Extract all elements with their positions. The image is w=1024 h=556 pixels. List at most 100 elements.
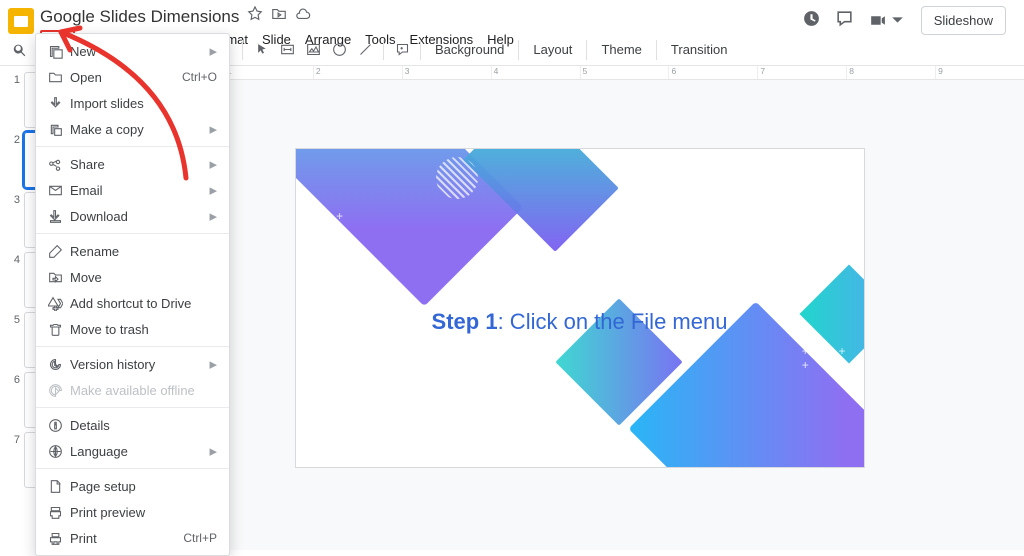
file-menu-open[interactable]: OpenCtrl+O — [36, 64, 229, 90]
menu-item-label: Language — [70, 444, 209, 459]
page-setup-icon — [48, 479, 70, 494]
textbox-tool[interactable] — [275, 38, 299, 62]
video-call-icon[interactable] — [868, 11, 907, 30]
cloud-status-icon[interactable] — [295, 6, 311, 27]
file-menu-download[interactable]: Download▸ — [36, 203, 229, 229]
new-icon — [48, 44, 70, 59]
ruler-tick: 8 — [846, 66, 935, 79]
file-menu-language[interactable]: Language▸ — [36, 438, 229, 464]
select-tool[interactable] — [249, 38, 273, 62]
menu-item-label: Make a copy — [70, 122, 209, 137]
menu-separator — [36, 468, 229, 469]
thumbnail-number: 2 — [10, 132, 20, 146]
comment-tool[interactable] — [390, 38, 414, 62]
folder-move-icon[interactable] — [271, 6, 287, 27]
history-icon[interactable] — [802, 9, 821, 33]
star-icon[interactable] — [247, 6, 263, 27]
menu-separator — [36, 233, 229, 234]
slides-logo[interactable] — [8, 8, 34, 34]
file-menu-dropdown: New▸OpenCtrl+OImport slidesMake a copy▸S… — [35, 33, 230, 556]
file-menu-rename[interactable]: Rename — [36, 238, 229, 264]
submenu-arrow-icon: ▸ — [209, 42, 217, 60]
move-icon — [48, 270, 70, 285]
menu-item-label: Print preview — [70, 505, 217, 520]
file-menu-new[interactable]: New▸ — [36, 38, 229, 64]
history-icon — [48, 357, 70, 372]
share-icon — [48, 157, 70, 172]
download-icon — [48, 209, 70, 224]
thumbnail-number: 1 — [10, 72, 20, 86]
header: Google Slides Dimensions FileEditViewIns… — [0, 0, 1024, 34]
ruler-tick: 2 — [313, 66, 402, 79]
print-preview-icon — [48, 505, 70, 520]
menu-item-label: Details — [70, 418, 217, 433]
menu-item-label: Add shortcut to Drive — [70, 296, 217, 311]
thumbnail-number: 6 — [10, 372, 20, 386]
menu-separator — [36, 346, 229, 347]
comments-icon[interactable] — [835, 9, 854, 33]
file-menu-print-preview[interactable]: Print preview — [36, 499, 229, 525]
file-menu-version-history[interactable]: Version history▸ — [36, 351, 229, 377]
menu-separator — [36, 407, 229, 408]
menu-separator — [36, 146, 229, 147]
file-menu-email[interactable]: Email▸ — [36, 177, 229, 203]
menu-item-label: New — [70, 44, 209, 59]
file-menu-make-available-offline: Make available offline — [36, 377, 229, 403]
menu-shortcut: Ctrl+P — [183, 531, 217, 545]
menu-item-label: Print — [70, 531, 183, 546]
copy-icon — [48, 122, 70, 137]
theme-button[interactable]: Theme — [593, 38, 649, 61]
file-menu-make-a-copy[interactable]: Make a copy▸ — [36, 116, 229, 142]
email-icon — [48, 183, 70, 198]
submenu-arrow-icon: ▸ — [209, 442, 217, 460]
transition-button[interactable]: Transition — [663, 38, 736, 61]
import-icon — [48, 96, 70, 111]
menu-item-label: Share — [70, 157, 209, 172]
file-menu-details[interactable]: Details — [36, 412, 229, 438]
background-button[interactable]: Background — [427, 38, 512, 61]
thumbnail-number: 5 — [10, 312, 20, 326]
file-menu-page-setup[interactable]: Page setup — [36, 473, 229, 499]
shape-tool[interactable] — [327, 38, 351, 62]
current-slide[interactable]: + + + + + + + + + + + + Step 1: Click on… — [295, 148, 865, 468]
file-menu-import-slides[interactable]: Import slides — [36, 90, 229, 116]
rename-icon — [48, 244, 70, 259]
slide-canvas-area: 123456789 + + + + + + + + + + + + Step 1… — [135, 66, 1024, 550]
line-tool[interactable] — [353, 38, 377, 62]
ruler-tick: 4 — [491, 66, 580, 79]
ruler-horizontal: 123456789 — [135, 66, 1024, 80]
thumbnail-number: 7 — [10, 432, 20, 446]
file-menu-print[interactable]: PrintCtrl+P — [36, 525, 229, 551]
submenu-arrow-icon: ▸ — [209, 207, 217, 225]
thumbnail-number: 3 — [10, 192, 20, 206]
menu-item-label: Version history — [70, 357, 209, 372]
document-title[interactable]: Google Slides Dimensions — [40, 7, 239, 27]
menu-item-label: Download — [70, 209, 209, 224]
menu-item-label: Move — [70, 270, 217, 285]
file-menu-add-shortcut-to-drive[interactable]: Add shortcut to Drive — [36, 290, 229, 316]
ruler-tick: 1 — [224, 66, 313, 79]
details-icon — [48, 418, 70, 433]
drive-add-icon — [48, 296, 70, 311]
menu-item-label: Make available offline — [70, 383, 217, 398]
file-menu-move-to-trash[interactable]: Move to trash — [36, 316, 229, 342]
ruler-tick: 3 — [402, 66, 491, 79]
language-icon — [48, 444, 70, 459]
ruler-tick: 5 — [580, 66, 669, 79]
menu-shortcut: Ctrl+O — [182, 70, 217, 84]
menu-item-label: Page setup — [70, 479, 217, 494]
file-menu-share[interactable]: Share▸ — [36, 151, 229, 177]
file-menu-move[interactable]: Move — [36, 264, 229, 290]
image-tool[interactable] — [301, 38, 325, 62]
submenu-arrow-icon: ▸ — [209, 155, 217, 173]
open-icon — [48, 70, 70, 85]
menu-item-label: Import slides — [70, 96, 217, 111]
thumbnail-number: 4 — [10, 252, 20, 266]
search-icon[interactable] — [8, 38, 32, 62]
ruler-tick: 7 — [757, 66, 846, 79]
slideshow-button[interactable]: Slideshow — [921, 6, 1006, 35]
offline-icon — [48, 383, 70, 398]
layout-button[interactable]: Layout — [525, 38, 580, 61]
submenu-arrow-icon: ▸ — [209, 355, 217, 373]
ruler-tick: 6 — [668, 66, 757, 79]
